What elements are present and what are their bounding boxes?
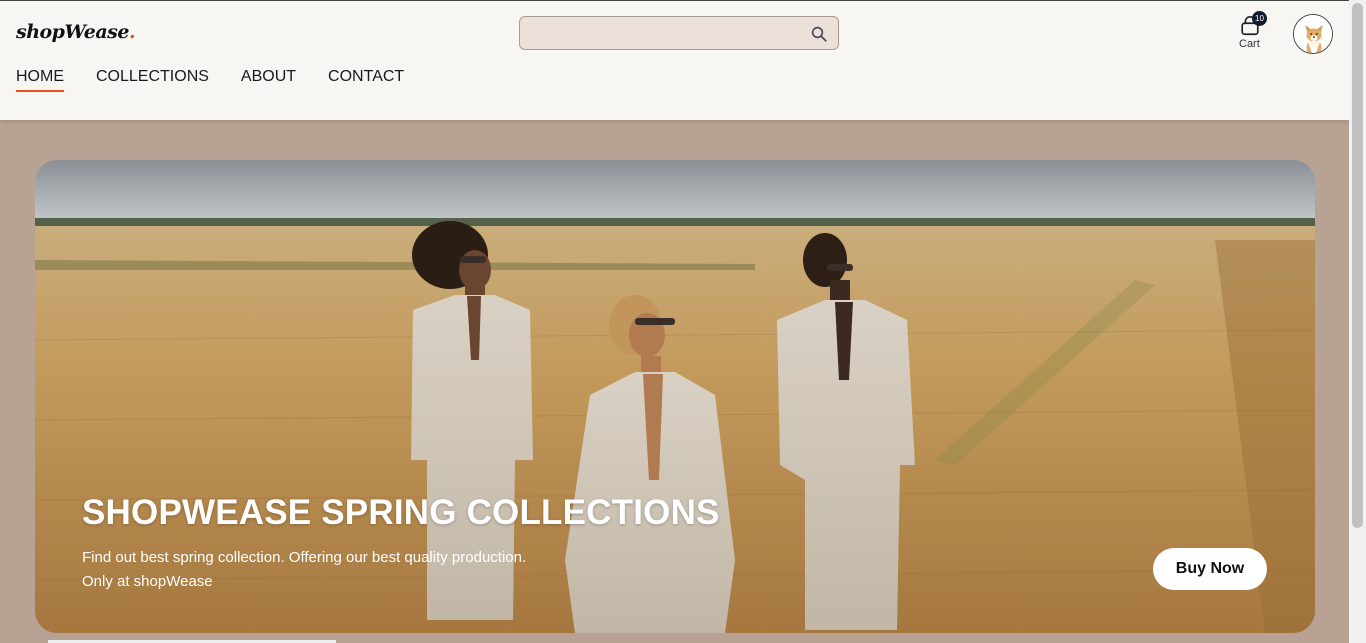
nav-collections[interactable]: COLLECTIONS — [96, 68, 209, 92]
hero-subtitle: Find out best spring collection. Offerin… — [82, 546, 526, 594]
hero-banner: SHOPWEASE SPRING COLLECTIONS Find out be… — [35, 160, 1315, 633]
vertical-scrollbar[interactable] — [1349, 0, 1366, 643]
brand-dot: . — [128, 21, 136, 43]
scrollbar-thumb[interactable] — [1352, 3, 1363, 528]
brand-logo[interactable]: shopWease. — [16, 21, 136, 43]
nav-about[interactable]: ABOUT — [241, 68, 296, 92]
main-nav: HOME COLLECTIONS ABOUT CONTACT — [16, 68, 436, 92]
search-input[interactable] — [530, 23, 800, 43]
hero-subtitle-line-2: Only at shopWease — [82, 573, 213, 590]
hero-subtitle-line-1: Find out best spring collection. Offerin… — [82, 549, 527, 566]
search-bar — [519, 16, 839, 50]
cart-count-badge: 10 — [1252, 11, 1267, 26]
hero-title: SHOPWEASE SPRING COLLECTIONS — [82, 493, 720, 532]
cart-button[interactable]: 10 Cart — [1236, 11, 1267, 53]
buy-now-button[interactable]: Buy Now — [1153, 548, 1267, 590]
user-avatar[interactable] — [1293, 14, 1333, 54]
search-icon[interactable] — [810, 25, 828, 43]
brand-name: shopWease — [16, 21, 129, 43]
site-header: shopWease. 10 Cart HOME COLLECTIONS ABOU… — [0, 1, 1349, 120]
nav-home[interactable]: HOME — [16, 68, 64, 92]
nav-contact[interactable]: CONTACT — [328, 68, 404, 92]
avatar-dog-icon — [1294, 15, 1332, 53]
cart-label: Cart — [1239, 38, 1260, 50]
